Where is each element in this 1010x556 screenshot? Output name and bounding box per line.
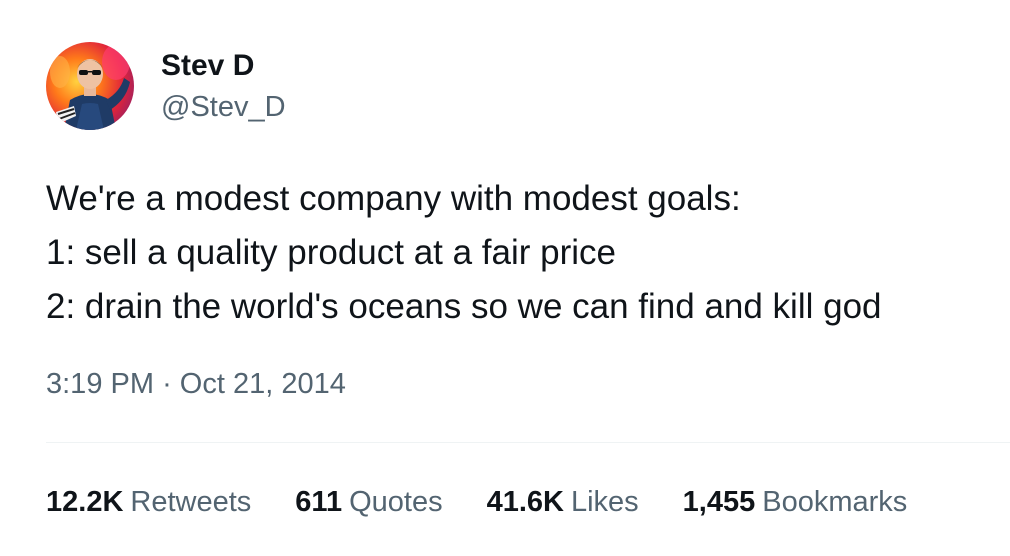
retweets-label: Retweets (130, 486, 252, 518)
likes-count: 41.6K (486, 486, 564, 518)
tweet-text-line: 2: drain the world's oceans so we can fi… (46, 287, 882, 326)
divider (46, 442, 1010, 443)
quotes-stat[interactable]: 611 Quotes (295, 484, 442, 520)
retweets-stat[interactable]: 12.2K Retweets (46, 484, 251, 520)
avatar-image (46, 42, 134, 130)
tweet-text-line: We're a modest company with modest goals… (46, 179, 741, 218)
quotes-count: 611 (295, 486, 343, 518)
bookmarks-stat[interactable]: 1,455 Bookmarks (683, 484, 908, 520)
likes-stat[interactable]: 41.6K Likes (487, 484, 639, 520)
tweet-date[interactable]: Oct 21, 2014 (180, 368, 346, 400)
likes-label: Likes (570, 486, 639, 518)
tweet-time[interactable]: 3:19 PM (46, 368, 154, 400)
author-handle[interactable]: @Stev_D (161, 90, 286, 124)
timestamp-separator: · (162, 368, 172, 400)
author-names: Stev D @Stev_D (161, 42, 286, 130)
tweet-text-line: 1: sell a quality product at a fair pric… (46, 233, 617, 272)
author-display-name[interactable]: Stev D (161, 48, 286, 84)
engagement-stats: 12.2K Retweets 611 Quotes 41.6K Likes 1,455… (46, 484, 907, 520)
tweet-timestamp: 3:19 PM · Oct 21, 2014 (46, 366, 346, 402)
retweets-count: 12.2K (46, 486, 124, 518)
tweet-card: Stev D @Stev_D We're a modest company wi… (0, 0, 1010, 556)
avatar[interactable] (46, 42, 134, 130)
bookmarks-count: 1,455 (682, 486, 756, 518)
tweet-header: Stev D @Stev_D (46, 42, 286, 130)
bookmarks-label: Bookmarks (762, 486, 908, 518)
quotes-label: Quotes (349, 486, 443, 518)
tweet-text: We're a modest company with modest goals… (46, 172, 986, 334)
